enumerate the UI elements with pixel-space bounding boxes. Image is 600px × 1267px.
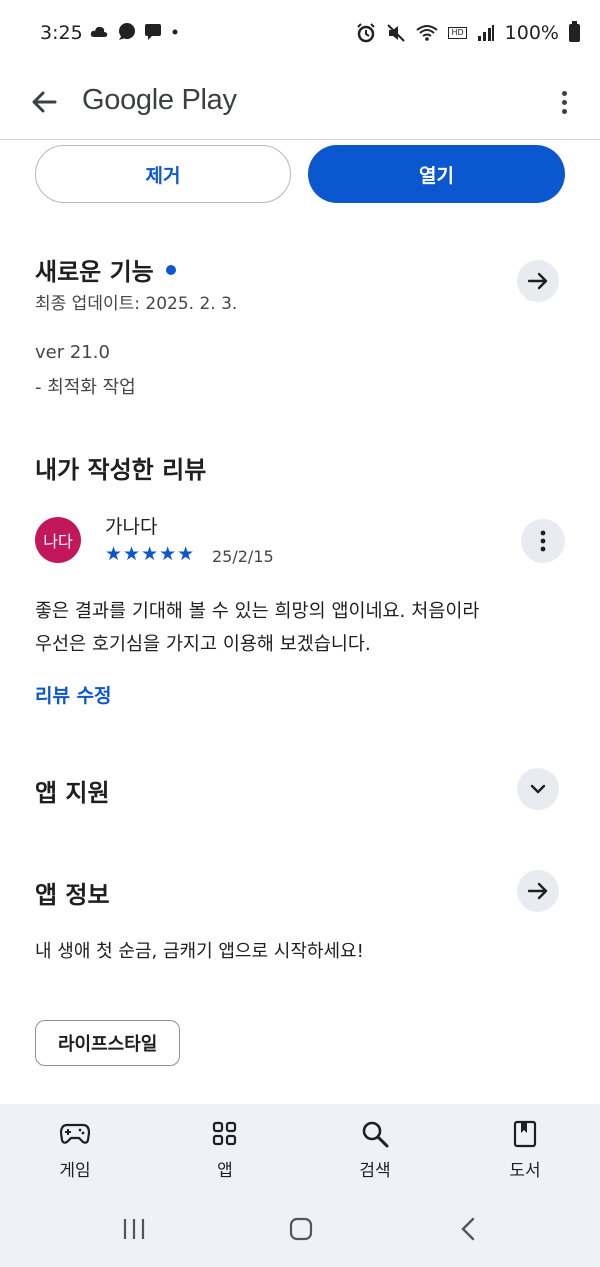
new-indicator-dot: [165, 265, 176, 275]
dot-icon: [172, 29, 178, 35]
more-options-button[interactable]: [550, 82, 578, 122]
last-updated: 최종 업데이트: 2025. 2. 3.: [35, 294, 238, 314]
battery-percent: 100%: [504, 22, 559, 44]
app-bar: Google Play: [0, 70, 600, 140]
app-info-title: 앱 정보: [35, 881, 110, 909]
wifi-icon: [416, 25, 439, 41]
app-support-title: 앱 지원: [35, 779, 110, 807]
search-icon: [358, 1118, 392, 1150]
edit-review-link[interactable]: 리뷰 수정: [35, 681, 112, 708]
app-title: Google Play: [82, 84, 237, 116]
version-text: ver 21.0: [35, 342, 110, 363]
nav-search[interactable]: 검색: [325, 1118, 425, 1181]
open-button[interactable]: 열기: [308, 145, 565, 203]
app-support-expand-button[interactable]: [517, 768, 559, 810]
back-nav-button[interactable]: [448, 1214, 488, 1244]
signal-icon: [477, 25, 494, 41]
status-bar: 3:25 HD 100%: [0, 0, 600, 70]
whats-new-arrow-button[interactable]: [517, 260, 559, 302]
system-indicators: HD 100%: [356, 21, 580, 44]
review-text-line: 좋은 결과를 기대해 볼 수 있는 희망의 앱이네요. 처음이라: [35, 601, 480, 622]
hd-voice-icon: HD: [448, 27, 467, 39]
recent-apps-button[interactable]: [114, 1214, 154, 1244]
status-time: 3:25: [40, 22, 83, 44]
whats-new-header: 새로운 기능: [35, 252, 176, 287]
back-button[interactable]: [24, 82, 64, 122]
home-icon: [289, 1217, 313, 1241]
message-icon: [145, 24, 161, 40]
review-more-button[interactable]: [521, 519, 565, 563]
home-button[interactable]: [281, 1214, 321, 1244]
nav-games[interactable]: 게임: [25, 1118, 125, 1181]
battery-icon: [569, 21, 580, 42]
star-rating: ★★★★★: [105, 543, 196, 565]
book-icon: [508, 1118, 542, 1150]
apps-grid-icon: [208, 1118, 242, 1150]
cloud-icon: [90, 26, 108, 37]
review-text: 좋은 결과를 기대해 볼 수 있는 희망의 앱이네요. 처음이라 우선은 호기심…: [35, 595, 565, 661]
more-vert-icon: [561, 90, 567, 96]
chevron-down-icon: [530, 784, 546, 794]
more-vert-icon: [540, 530, 546, 552]
alarm-icon: [357, 23, 376, 43]
system-navigation-bar: [0, 1192, 600, 1267]
arrow-back-icon: [32, 91, 57, 113]
nav-books[interactable]: 도서: [475, 1118, 575, 1181]
app-description: 내 생애 첫 순금, 금캐기 앱으로 시작하세요!: [35, 941, 364, 962]
recents-icon: [123, 1219, 145, 1239]
nav-apps-label: 앱: [217, 1161, 233, 1181]
release-notes: - 최적화 작업: [35, 377, 136, 398]
app-info-arrow-button[interactable]: [517, 870, 559, 912]
nav-search-label: 검색: [359, 1161, 391, 1181]
uninstall-button[interactable]: 제거: [35, 145, 291, 203]
arrow-forward-icon: [527, 882, 548, 900]
arrow-forward-icon: [527, 272, 548, 290]
reviewer-name: 가나다: [105, 516, 158, 538]
gamepad-icon: [58, 1118, 92, 1150]
bottom-navigation: 게임 앱 검색 도서: [0, 1104, 600, 1192]
chat-bubble-icon: [119, 23, 135, 40]
my-review-title: 내가 작성한 리뷰: [35, 456, 207, 484]
mute-icon: [387, 24, 406, 42]
nav-books-label: 도서: [509, 1161, 541, 1181]
nav-apps[interactable]: 앱: [175, 1118, 275, 1181]
whats-new-title: 새로운 기능: [35, 258, 154, 286]
review-date: 25/2/15: [212, 547, 274, 566]
review-text-line: 우선은 호기심을 가지고 이용해 보겠습니다.: [35, 634, 371, 655]
nav-games-label: 게임: [59, 1161, 91, 1181]
notification-icons: [90, 22, 180, 42]
category-chip[interactable]: 라이프스타일: [35, 1020, 181, 1066]
avatar: 나다: [35, 517, 81, 563]
chevron-left-icon: [461, 1217, 475, 1241]
